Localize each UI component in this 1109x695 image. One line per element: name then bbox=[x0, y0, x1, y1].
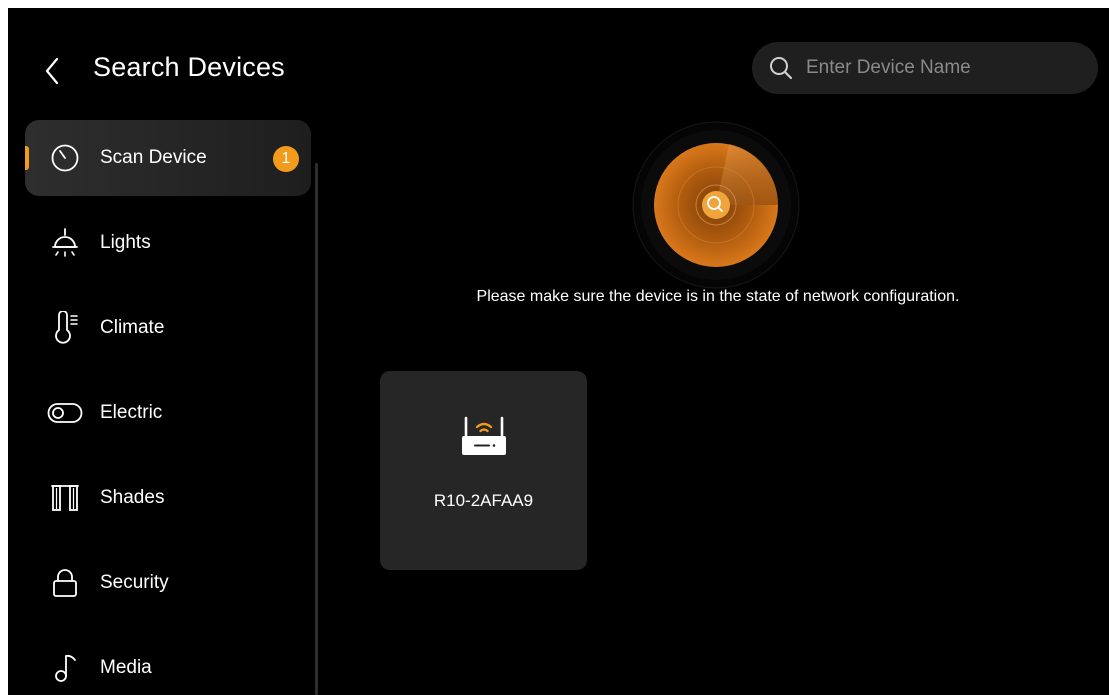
sidebar-item-label: Media bbox=[100, 657, 152, 678]
lock-icon bbox=[47, 565, 83, 601]
sidebar-item-label: Electric bbox=[100, 402, 163, 423]
toggle-switch-icon bbox=[47, 395, 83, 431]
back-button[interactable] bbox=[38, 54, 66, 88]
notification-badge: 1 bbox=[273, 146, 299, 172]
sidebar-item-media[interactable]: Media bbox=[25, 630, 311, 695]
search-icon bbox=[770, 57, 793, 80]
sidebar-item-label: Security bbox=[100, 572, 169, 593]
sidebar-item-lights[interactable]: Lights bbox=[25, 205, 311, 281]
sidebar-item-shades[interactable]: Shades bbox=[25, 460, 311, 536]
screen: Search Devices Scan Device 1 bbox=[8, 8, 1109, 695]
search-box[interactable] bbox=[752, 42, 1098, 94]
sidebar-item-security[interactable]: Security bbox=[25, 545, 311, 621]
ceiling-lamp-icon bbox=[47, 225, 83, 261]
sidebar-item-climate[interactable]: Climate bbox=[25, 290, 311, 366]
sidebar-item-label: Shades bbox=[100, 487, 165, 508]
router-wifi-icon bbox=[460, 415, 508, 459]
device-name: R10-2AFAA9 bbox=[433, 491, 534, 510]
curtain-icon bbox=[47, 480, 83, 516]
sidebar-item-label: Lights bbox=[100, 232, 151, 253]
active-indicator bbox=[25, 146, 29, 170]
timer-icon bbox=[47, 140, 83, 176]
music-note-icon bbox=[47, 650, 83, 686]
sidebar-item-scan-device[interactable]: Scan Device 1 bbox=[25, 120, 311, 196]
page-title: Search Devices bbox=[93, 52, 285, 82]
thermometer-icon bbox=[47, 310, 83, 346]
search-input[interactable] bbox=[806, 57, 1076, 79]
sidebar: Scan Device 1 Lights Climate Electric Sh… bbox=[8, 118, 328, 695]
sidebar-item-label: Climate bbox=[100, 317, 165, 338]
sidebar-item-electric[interactable]: Electric bbox=[25, 375, 311, 451]
device-card[interactable]: R10-2AFAA9 bbox=[380, 371, 587, 570]
sidebar-scrollbar[interactable] bbox=[315, 163, 318, 695]
sidebar-item-label: Scan Device bbox=[100, 147, 207, 168]
radar-search-icon bbox=[632, 121, 800, 289]
configuration-hint: Please make sure the device is in the st… bbox=[476, 288, 960, 305]
chevron-left-icon bbox=[45, 57, 59, 85]
